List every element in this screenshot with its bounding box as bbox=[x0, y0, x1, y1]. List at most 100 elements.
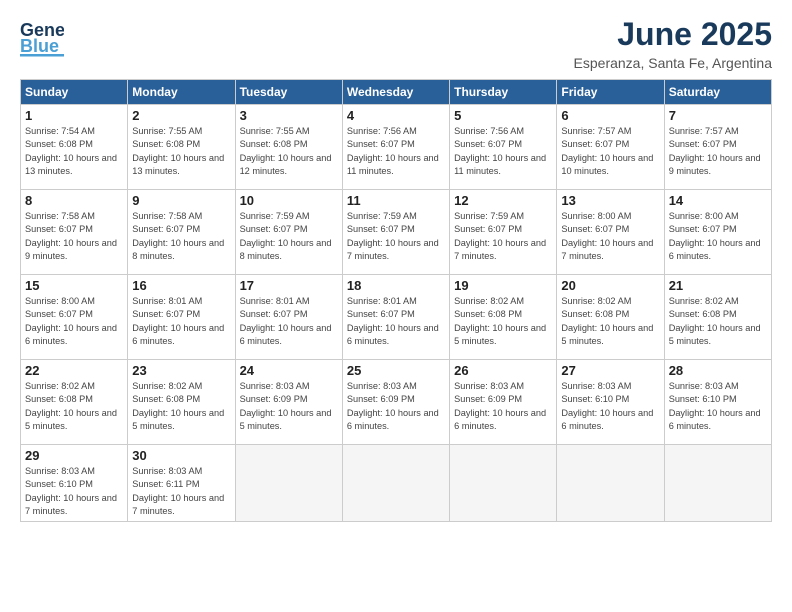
table-row: 25Sunrise: 8:03 AMSunset: 6:09 PMDayligh… bbox=[342, 360, 449, 445]
col-friday: Friday bbox=[557, 80, 664, 105]
table-row: 18Sunrise: 8:01 AMSunset: 6:07 PMDayligh… bbox=[342, 275, 449, 360]
day-number: 20 bbox=[561, 278, 659, 293]
table-row: 14 Sunrise: 8:00 AMSunset: 6:07 PMDayligh… bbox=[664, 190, 771, 275]
day-info: Sunrise: 8:01 AMSunset: 6:07 PMDaylight:… bbox=[240, 295, 338, 348]
table-row: 29 Sunrise: 8:03 AMSunset: 6:10 PMDayligh… bbox=[21, 445, 128, 522]
day-number: 10 bbox=[240, 193, 338, 208]
day-info: Sunrise: 8:02 AMSunset: 6:08 PMDaylight:… bbox=[561, 295, 659, 348]
col-thursday: Thursday bbox=[450, 80, 557, 105]
day-number: 2 bbox=[132, 108, 230, 123]
calendar-week-row: 22 Sunrise: 8:02 AMSunset: 6:08 PMDayligh… bbox=[21, 360, 772, 445]
day-number: 5 bbox=[454, 108, 552, 123]
day-number: 24 bbox=[240, 363, 338, 378]
calendar-week-row: 29 Sunrise: 8:03 AMSunset: 6:10 PMDayligh… bbox=[21, 445, 772, 522]
day-number: 27 bbox=[561, 363, 659, 378]
table-row: 23 Sunrise: 8:02 AMSunset: 6:08 PMDayligh… bbox=[128, 360, 235, 445]
day-info: Sunrise: 7:56 AMSunset: 6:07 PMDaylight:… bbox=[347, 125, 445, 178]
day-info: Sunrise: 8:02 AMSunset: 6:08 PMDaylight:… bbox=[454, 295, 552, 348]
day-info: Sunrise: 8:02 AMSunset: 6:08 PMDaylight:… bbox=[669, 295, 767, 348]
day-info: Sunrise: 7:54 AMSunset: 6:08 PMDaylight:… bbox=[25, 125, 123, 178]
day-info: Sunrise: 8:03 AMSunset: 6:10 PMDaylight:… bbox=[561, 380, 659, 433]
page: General Blue June 2025 Esperanza, Santa … bbox=[0, 0, 792, 612]
col-tuesday: Tuesday bbox=[235, 80, 342, 105]
day-number: 6 bbox=[561, 108, 659, 123]
header: General Blue June 2025 Esperanza, Santa … bbox=[20, 16, 772, 71]
day-number: 13 bbox=[561, 193, 659, 208]
table-row: 7 Sunrise: 7:57 AMSunset: 6:07 PMDaylight… bbox=[664, 105, 771, 190]
day-number: 17 bbox=[240, 278, 338, 293]
table-row bbox=[342, 445, 449, 522]
day-info: Sunrise: 7:58 AMSunset: 6:07 PMDaylight:… bbox=[132, 210, 230, 263]
table-row: 13 Sunrise: 8:00 AMSunset: 6:07 PMDayligh… bbox=[557, 190, 664, 275]
day-number: 15 bbox=[25, 278, 123, 293]
table-row: 9 Sunrise: 7:58 AMSunset: 6:07 PMDaylight… bbox=[128, 190, 235, 275]
table-row: 4 Sunrise: 7:56 AMSunset: 6:07 PMDaylight… bbox=[342, 105, 449, 190]
table-row: 20 Sunrise: 8:02 AMSunset: 6:08 PMDayligh… bbox=[557, 275, 664, 360]
svg-text:Blue: Blue bbox=[20, 36, 59, 56]
day-number: 30 bbox=[132, 448, 230, 463]
day-number: 25 bbox=[347, 363, 445, 378]
day-number: 14 bbox=[669, 193, 767, 208]
table-row bbox=[450, 445, 557, 522]
day-number: 16 bbox=[132, 278, 230, 293]
main-title: June 2025 bbox=[574, 16, 772, 53]
table-row: 15 Sunrise: 8:00 AMSunset: 6:07 PMDayligh… bbox=[21, 275, 128, 360]
calendar-week-row: 15 Sunrise: 8:00 AMSunset: 6:07 PMDayligh… bbox=[21, 275, 772, 360]
calendar-table: Sunday Monday Tuesday Wednesday Thursday… bbox=[20, 79, 772, 522]
table-row: 24 Sunrise: 8:03 AMSunset: 6:09 PMDayligh… bbox=[235, 360, 342, 445]
subtitle: Esperanza, Santa Fe, Argentina bbox=[574, 55, 772, 71]
title-block: June 2025 Esperanza, Santa Fe, Argentina bbox=[574, 16, 772, 71]
day-number: 22 bbox=[25, 363, 123, 378]
day-info: Sunrise: 8:00 AMSunset: 6:07 PMDaylight:… bbox=[669, 210, 767, 263]
day-info: Sunrise: 7:55 AMSunset: 6:08 PMDaylight:… bbox=[132, 125, 230, 178]
day-info: Sunrise: 8:01 AMSunset: 6:07 PMDaylight:… bbox=[347, 295, 445, 348]
day-info: Sunrise: 8:03 AMSunset: 6:09 PMDaylight:… bbox=[240, 380, 338, 433]
day-number: 7 bbox=[669, 108, 767, 123]
table-row: 22 Sunrise: 8:02 AMSunset: 6:08 PMDayligh… bbox=[21, 360, 128, 445]
day-info: Sunrise: 8:03 AMSunset: 6:10 PMDaylight:… bbox=[669, 380, 767, 433]
day-number: 26 bbox=[454, 363, 552, 378]
day-number: 8 bbox=[25, 193, 123, 208]
day-info: Sunrise: 7:56 AMSunset: 6:07 PMDaylight:… bbox=[454, 125, 552, 178]
day-info: Sunrise: 7:55 AMSunset: 6:08 PMDaylight:… bbox=[240, 125, 338, 178]
day-number: 19 bbox=[454, 278, 552, 293]
table-row: 26 Sunrise: 8:03 AMSunset: 6:09 PMDayligh… bbox=[450, 360, 557, 445]
day-info: Sunrise: 8:00 AMSunset: 6:07 PMDaylight:… bbox=[561, 210, 659, 263]
day-info: Sunrise: 8:00 AMSunset: 6:07 PMDaylight:… bbox=[25, 295, 123, 348]
logo: General Blue bbox=[20, 16, 64, 58]
day-number: 11 bbox=[347, 193, 445, 208]
col-saturday: Saturday bbox=[664, 80, 771, 105]
day-info: Sunrise: 7:57 AMSunset: 6:07 PMDaylight:… bbox=[669, 125, 767, 178]
day-number: 9 bbox=[132, 193, 230, 208]
table-row: 5 Sunrise: 7:56 AMSunset: 6:07 PMDaylight… bbox=[450, 105, 557, 190]
table-row: 19 Sunrise: 8:02 AMSunset: 6:08 PMDayligh… bbox=[450, 275, 557, 360]
day-number: 3 bbox=[240, 108, 338, 123]
day-info: Sunrise: 8:03 AMSunset: 6:10 PMDaylight:… bbox=[25, 465, 123, 518]
day-info: Sunrise: 8:01 AMSunset: 6:07 PMDaylight:… bbox=[132, 295, 230, 348]
day-info: Sunrise: 7:59 AMSunset: 6:07 PMDaylight:… bbox=[347, 210, 445, 263]
day-info: Sunrise: 7:59 AMSunset: 6:07 PMDaylight:… bbox=[454, 210, 552, 263]
day-number: 23 bbox=[132, 363, 230, 378]
day-info: Sunrise: 8:03 AMSunset: 6:09 PMDaylight:… bbox=[454, 380, 552, 433]
col-wednesday: Wednesday bbox=[342, 80, 449, 105]
calendar-week-row: 8 Sunrise: 7:58 AMSunset: 6:07 PMDaylight… bbox=[21, 190, 772, 275]
day-info: Sunrise: 8:02 AMSunset: 6:08 PMDaylight:… bbox=[132, 380, 230, 433]
table-row: 10 Sunrise: 7:59 AMSunset: 6:07 PMDayligh… bbox=[235, 190, 342, 275]
table-row: 28Sunrise: 8:03 AMSunset: 6:10 PMDayligh… bbox=[664, 360, 771, 445]
table-row: 12Sunrise: 7:59 AMSunset: 6:07 PMDayligh… bbox=[450, 190, 557, 275]
day-info: Sunrise: 8:02 AMSunset: 6:08 PMDaylight:… bbox=[25, 380, 123, 433]
table-row: 16 Sunrise: 8:01 AMSunset: 6:07 PMDayligh… bbox=[128, 275, 235, 360]
day-number: 29 bbox=[25, 448, 123, 463]
col-monday: Monday bbox=[128, 80, 235, 105]
calendar-week-row: 1 Sunrise: 7:54 AMSunset: 6:08 PMDaylight… bbox=[21, 105, 772, 190]
table-row bbox=[664, 445, 771, 522]
table-row: 30 Sunrise: 8:03 AMSunset: 6:11 PMDayligh… bbox=[128, 445, 235, 522]
logo-icon: General Blue bbox=[20, 16, 64, 58]
day-number: 21 bbox=[669, 278, 767, 293]
day-info: Sunrise: 8:03 AMSunset: 6:11 PMDaylight:… bbox=[132, 465, 230, 518]
day-number: 4 bbox=[347, 108, 445, 123]
day-number: 1 bbox=[25, 108, 123, 123]
calendar-header-row: Sunday Monday Tuesday Wednesday Thursday… bbox=[21, 80, 772, 105]
day-info: Sunrise: 7:59 AMSunset: 6:07 PMDaylight:… bbox=[240, 210, 338, 263]
table-row: 6Sunrise: 7:57 AMSunset: 6:07 PMDaylight… bbox=[557, 105, 664, 190]
